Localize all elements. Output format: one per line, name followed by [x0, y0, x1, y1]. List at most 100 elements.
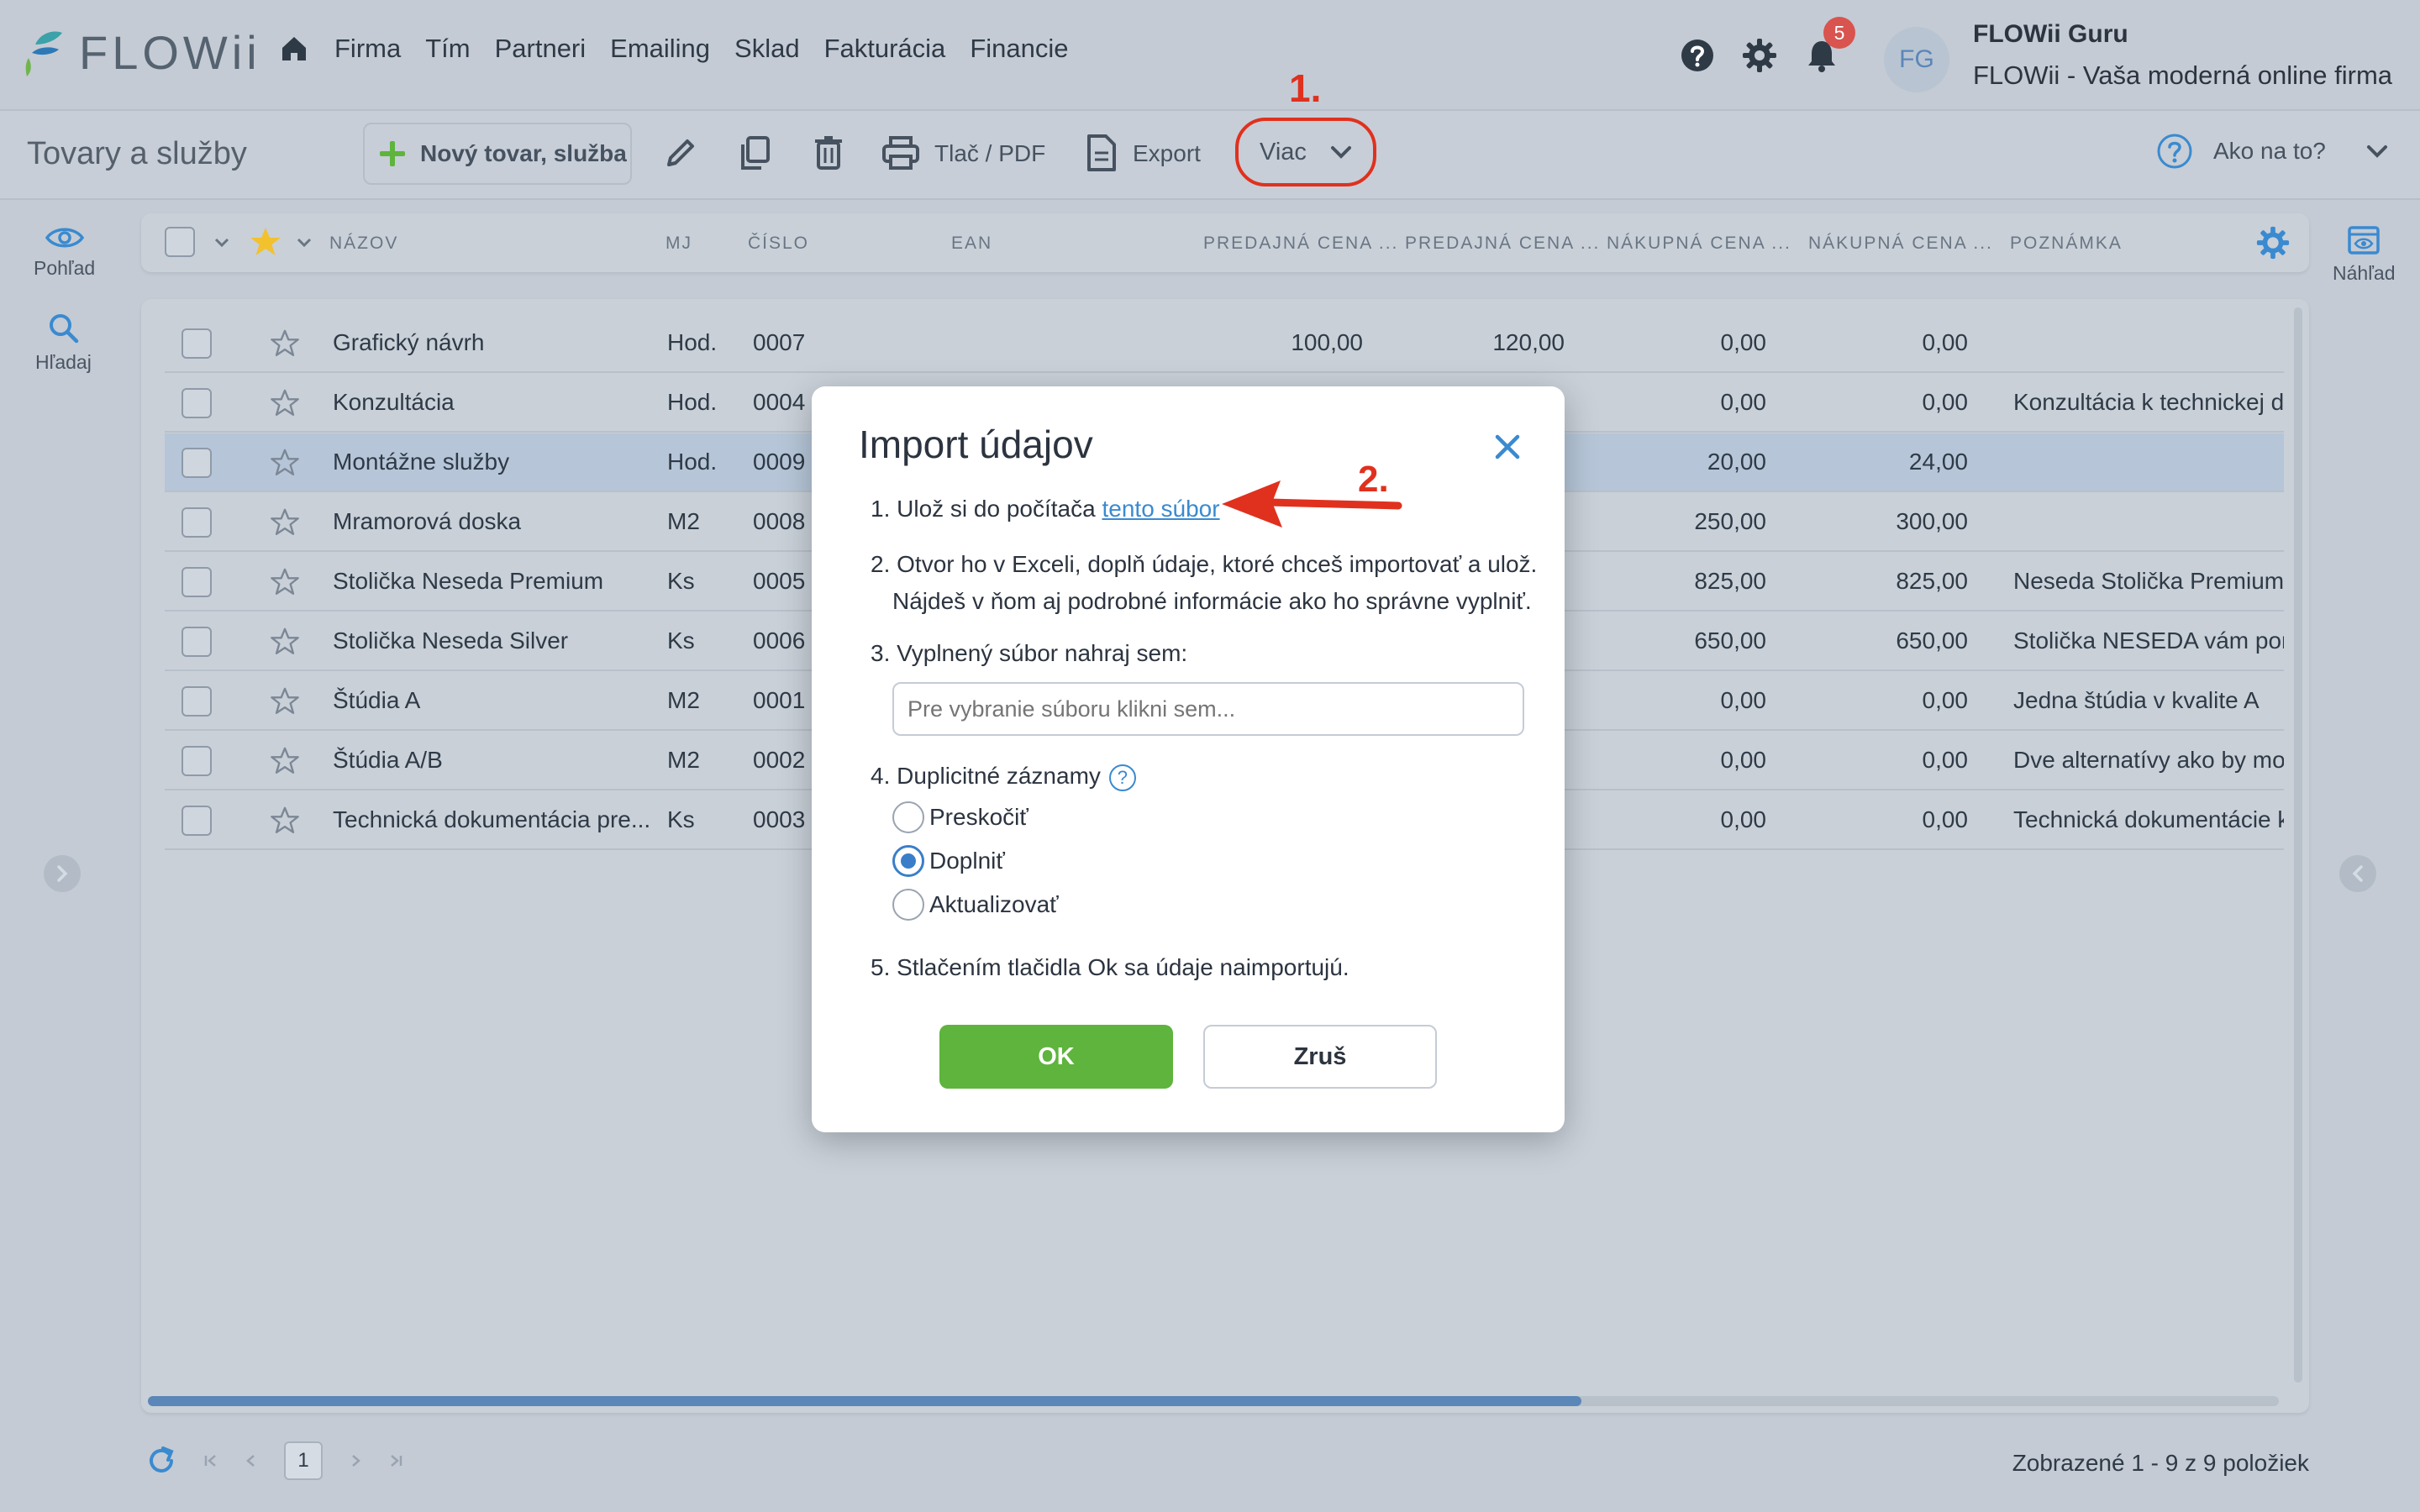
- star-icon[interactable]: [269, 387, 301, 419]
- refresh-icon[interactable]: [145, 1444, 178, 1478]
- notifications-button[interactable]: 5: [1803, 17, 1855, 74]
- new-item-button[interactable]: Nový tovar, služba: [363, 123, 632, 185]
- star-icon[interactable]: [269, 507, 301, 538]
- view-button[interactable]: Pohľad: [34, 225, 95, 280]
- column-header-purchase-price-1[interactable]: NÁKUPNÁ CENA ...: [1607, 234, 1791, 254]
- preview-button[interactable]: Náhľad: [2333, 225, 2395, 285]
- column-header-number[interactable]: ČÍSLO: [748, 234, 809, 254]
- chevron-down-icon: [2366, 145, 2387, 158]
- first-page-icon[interactable]: [203, 1453, 218, 1468]
- collapse-left-panel-button[interactable]: [44, 855, 81, 892]
- copy-icon[interactable]: [734, 133, 775, 173]
- cell-name: Konzultácia: [333, 389, 455, 415]
- radio-skip[interactable]: [892, 801, 924, 833]
- cancel-button[interactable]: Zruš: [1203, 1025, 1437, 1089]
- row-checkbox[interactable]: [182, 507, 212, 538]
- ok-button[interactable]: OK: [939, 1025, 1173, 1089]
- nav-item-emailing[interactable]: Emailing: [610, 34, 710, 64]
- row-checkbox[interactable]: [182, 686, 212, 717]
- favorites-star-icon[interactable]: [249, 225, 282, 259]
- vertical-scrollbar[interactable]: [2294, 307, 2302, 1383]
- template-file-link[interactable]: tento súbor: [1102, 496, 1219, 522]
- home-icon[interactable]: [277, 32, 311, 66]
- chevron-down-icon[interactable]: [296, 237, 313, 249]
- nav-item-firma[interactable]: Firma: [334, 34, 401, 64]
- column-header-sale-price-1[interactable]: PREDAJNÁ CENA ...: [1203, 234, 1398, 254]
- star-icon[interactable]: [269, 805, 301, 837]
- delete-trash-icon[interactable]: [808, 133, 849, 173]
- row-checkbox[interactable]: [182, 567, 212, 597]
- nav-item-partneri[interactable]: Partneri: [495, 34, 587, 64]
- select-all-checkbox[interactable]: [165, 227, 195, 257]
- cell-unit: M2: [667, 508, 700, 534]
- nav-item-tim[interactable]: Tím: [425, 34, 470, 64]
- more-dropdown-button[interactable]: Viac: [1235, 118, 1376, 186]
- star-icon[interactable]: [269, 745, 301, 777]
- annotation-step-2: 2.: [1358, 459, 1389, 500]
- table-row[interactable]: Grafický návrh Hod. 0007 100,00 120,00 0,00 0,…: [165, 314, 2284, 373]
- column-header-purchase-price-2[interactable]: NÁKUPNÁ CENA ...: [1808, 234, 1993, 254]
- column-settings-gear-icon[interactable]: [2255, 225, 2291, 260]
- print-icon[interactable]: [881, 133, 921, 173]
- star-icon[interactable]: [269, 685, 301, 717]
- chevron-down-icon[interactable]: [213, 237, 230, 249]
- help-icon[interactable]: ?: [1108, 764, 1136, 791]
- cell-sale-price-2: 120,00: [1492, 329, 1565, 355]
- step-2-line-1: 2. Otvor ho v Exceli, doplň údaje, ktoré…: [871, 551, 1538, 577]
- cell-number: 0002: [753, 747, 806, 773]
- search-button[interactable]: Hľadaj: [35, 311, 92, 374]
- step-3: 3. Vyplnený súbor nahraj sem:: [871, 640, 1188, 666]
- star-icon[interactable]: [269, 328, 301, 360]
- how-to-button[interactable]: Ako na to?: [2156, 133, 2388, 170]
- radio-update[interactable]: [892, 889, 924, 921]
- flowii-logo[interactable]: FLOWii: [24, 25, 261, 80]
- radio-fill-selected[interactable]: [892, 845, 924, 877]
- horizontal-scrollbar-thumb[interactable]: [148, 1396, 1581, 1406]
- column-header-unit[interactable]: MJ: [666, 234, 692, 254]
- row-checkbox[interactable]: [182, 328, 212, 359]
- row-checkbox[interactable]: [182, 388, 212, 418]
- row-checkbox[interactable]: [182, 746, 212, 776]
- nav-item-sklad[interactable]: Sklad: [734, 34, 800, 64]
- column-header-ean[interactable]: EAN: [951, 234, 992, 254]
- more-label: Viac: [1260, 138, 1307, 165]
- print-pdf-label[interactable]: Tlač / PDF: [934, 140, 1045, 167]
- option-update[interactable]: Aktualizovať: [892, 889, 1059, 921]
- star-icon[interactable]: [269, 566, 301, 598]
- current-page[interactable]: 1: [284, 1441, 323, 1480]
- nav-item-financie[interactable]: Financie: [970, 34, 1068, 64]
- settings-gear-icon[interactable]: [1741, 37, 1778, 74]
- user-avatar[interactable]: FG: [1884, 27, 1949, 92]
- star-icon[interactable]: [269, 447, 301, 479]
- nav-item-fakturacia[interactable]: Fakturácia: [824, 34, 946, 64]
- cell-unit: Hod.: [667, 389, 718, 415]
- column-header-note[interactable]: POZNÁMKA: [2010, 234, 2123, 254]
- row-checkbox[interactable]: [182, 627, 212, 657]
- file-upload-input[interactable]: [892, 682, 1524, 736]
- previous-page-icon[interactable]: [244, 1453, 259, 1468]
- option-fill[interactable]: Doplniť: [892, 845, 1005, 877]
- edit-pencil-icon[interactable]: [660, 133, 701, 173]
- help-icon[interactable]: [1679, 37, 1716, 74]
- export-label[interactable]: Export: [1133, 140, 1201, 167]
- cell-purchase-price-1: 0,00: [1720, 747, 1767, 773]
- star-icon[interactable]: [269, 626, 301, 658]
- cell-purchase-price-1: 650,00: [1694, 627, 1766, 654]
- collapse-right-panel-button[interactable]: [2339, 855, 2376, 892]
- cell-purchase-price-1: 825,00: [1694, 568, 1766, 594]
- row-checkbox[interactable]: [182, 806, 212, 836]
- row-checkbox[interactable]: [182, 448, 212, 478]
- option-skip[interactable]: Preskočiť: [892, 801, 1028, 833]
- cell-number: 0009: [753, 449, 806, 475]
- export-document-icon[interactable]: [1081, 133, 1121, 173]
- column-header-name[interactable]: NÁZOV: [329, 234, 398, 254]
- last-page-icon[interactable]: [388, 1453, 403, 1468]
- import-dialog: Import údajov 1. Ulož si do počítača ten…: [812, 386, 1565, 1132]
- cell-purchase-price-2: 825,00: [1896, 568, 1968, 594]
- column-header-sale-price-2[interactable]: PREDAJNÁ CENA ...: [1405, 234, 1600, 254]
- cell-sale-price-1: 100,00: [1291, 329, 1363, 355]
- close-icon[interactable]: [1489, 428, 1526, 465]
- cell-number: 0003: [753, 806, 806, 832]
- cell-purchase-price-2: 0,00: [1922, 687, 1969, 713]
- next-page-icon[interactable]: [348, 1453, 363, 1468]
